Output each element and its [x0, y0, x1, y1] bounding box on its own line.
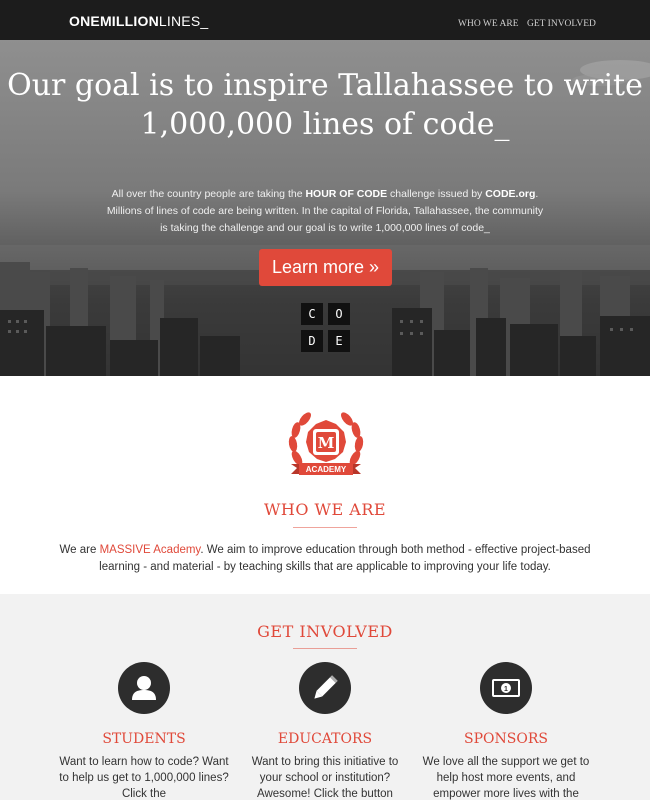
nav-link-get-involved[interactable]: GET INVOLVED — [527, 19, 596, 29]
code-org-emphasis: CODE.org — [485, 188, 536, 200]
sponsors-text: We love all the support we get to help h… — [422, 756, 590, 800]
hour-of-code-emphasis: HOUR OF CODE — [305, 188, 388, 200]
top-nav: ONEMILLIONLINES_ WHO WE ARE GET INVOLVED — [0, 0, 650, 40]
badge-ribbon-text: ACADEMY — [306, 465, 347, 474]
educators-title: EDUCATORS — [277, 731, 373, 747]
pencil-icon — [299, 662, 351, 714]
students-title: STUDENTS — [102, 731, 186, 747]
massive-academy-link[interactable]: MASSIVE Academy — [100, 544, 201, 556]
sponsors-title: SPONSORS — [464, 731, 548, 747]
who-we-are-text: We are MASSIVE Academy. We aim to improv… — [59, 544, 591, 573]
massive-academy-badge: M ACADEMY — [288, 412, 364, 475]
brand-bold: ONEMILLION — [69, 13, 159, 29]
code-letter-e: E — [328, 330, 350, 352]
svg-text:1: 1 — [504, 686, 508, 693]
code-letter-c: C — [301, 303, 323, 325]
brand-light: LINES_ — [158, 13, 209, 29]
heading-divider — [293, 527, 357, 528]
badge-letter: M — [318, 434, 335, 452]
heading-divider — [293, 648, 357, 649]
hero-title: Our goal is to inspire Tallahassee to wr… — [7, 68, 643, 142]
educators-text: Want to bring this initiative to your sc… — [251, 756, 399, 800]
code-org-logo[interactable]: C O D E — [301, 303, 350, 352]
who-we-are-section: M ACADEMY WHO WE ARE We are MASSIVE Acad… — [0, 376, 650, 594]
get-involved-section: GET INVOLVED STUDENTS Want to learn how … — [0, 594, 650, 800]
user-icon — [118, 662, 170, 714]
students-text: Want to learn how to code? Want to help … — [59, 756, 229, 800]
brand-logo[interactable]: ONEMILLIONLINES_ — [69, 13, 208, 29]
hero-description: All over the country people are taking t… — [106, 188, 544, 234]
who-we-are-heading: WHO WE ARE — [263, 500, 387, 519]
hero-section: Our goal is to inspire Tallahassee to wr… — [0, 40, 650, 376]
code-letter-d: D — [301, 330, 323, 352]
money-icon: 1 — [480, 662, 532, 714]
code-letter-o: O — [328, 303, 350, 325]
nav-link-who-we-are[interactable]: WHO WE ARE — [458, 19, 519, 29]
learn-more-button[interactable]: Learn more » — [259, 249, 392, 286]
get-involved-heading: GET INVOLVED — [257, 622, 393, 641]
